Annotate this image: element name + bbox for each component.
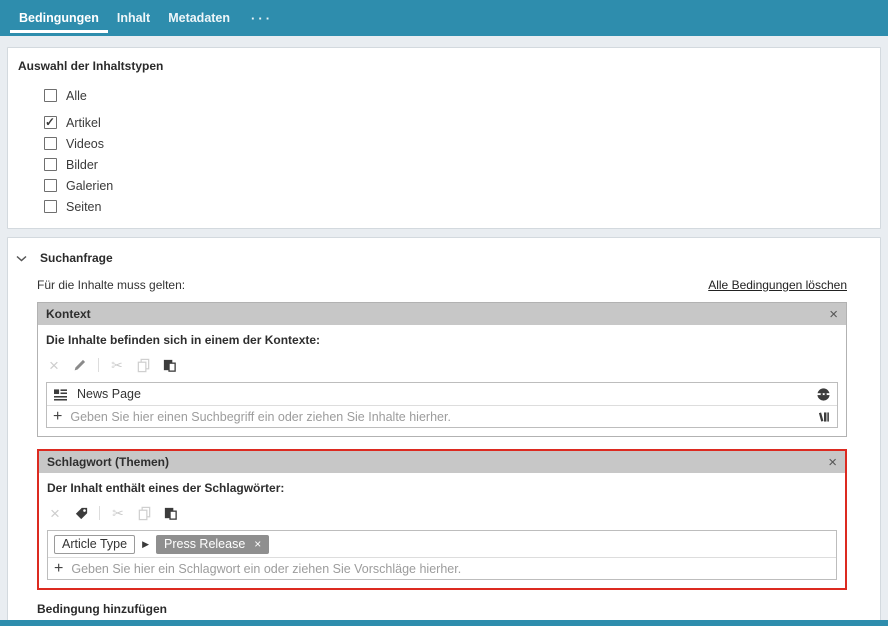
checkbox-label: Artikel	[66, 116, 101, 130]
bottom-accent-strip	[0, 620, 888, 626]
paste-icon[interactable]	[162, 505, 178, 521]
condition-body: Die Inhalte befinden sich in einem der K…	[38, 325, 846, 436]
context-item-list: News Page + Geben Sie hier einen Suchbeg…	[46, 382, 838, 428]
checkbox-label: Videos	[66, 137, 104, 151]
checkbox-galerien[interactable]	[44, 179, 57, 192]
search-query-subrow: Für die Inhalte muss gelten: Alle Beding…	[37, 278, 847, 292]
remove-icon[interactable]: ×	[46, 357, 62, 373]
condition-title: Schlagwort (Themen)	[47, 455, 169, 469]
context-search-placeholder: Geben Sie hier einen Suchbegriff ein ode…	[70, 410, 817, 424]
tag-icon[interactable]	[73, 505, 89, 521]
clear-all-conditions-link[interactable]: Alle Bedingungen löschen	[708, 278, 847, 292]
context-item-label: News Page	[77, 387, 816, 401]
checkbox-row-galerien[interactable]: Galerien	[44, 175, 870, 196]
edit-pencil-icon[interactable]	[72, 357, 88, 373]
triangle-right-icon: ▶	[142, 539, 149, 550]
remove-icon[interactable]: ×	[47, 505, 63, 521]
checkbox-row-alle[interactable]: Alle	[44, 85, 870, 106]
search-query-panel: Suchanfrage Für die Inhalte muss gelten:…	[7, 237, 881, 626]
tag-item-list: Article Type ▶ Press Release × + Geben S…	[47, 530, 837, 580]
main-content: Auswahl der Inhaltstypen Alle Artikel Vi…	[0, 36, 888, 620]
condition-title: Kontext	[46, 307, 91, 321]
copy-icon[interactable]	[136, 505, 152, 521]
toolbar-divider	[99, 506, 100, 520]
condition-header: Kontext ×	[38, 303, 846, 325]
checkbox-alle[interactable]	[44, 89, 57, 102]
condition-toolbar: × ✂	[47, 503, 837, 523]
condition-toolbar: × ✂	[46, 355, 838, 375]
content-types-panel: Auswahl der Inhaltstypen Alle Artikel Vi…	[7, 47, 881, 229]
tab-metadaten[interactable]: Metadaten	[159, 0, 239, 36]
tag-leaf-label: Press Release	[164, 537, 245, 551]
content-types-title: Auswahl der Inhaltstypen	[18, 59, 870, 73]
tag-search-placeholder: Geben Sie hier ein Schlagwort ein oder z…	[71, 562, 830, 576]
context-item-row[interactable]: News Page	[47, 383, 837, 405]
checkbox-seiten[interactable]	[44, 200, 57, 213]
checkbox-artikel[interactable]	[44, 116, 57, 129]
cut-scissors-icon[interactable]: ✂	[110, 505, 126, 521]
checkbox-label: Seiten	[66, 200, 101, 214]
conditions-intro-label: Für die Inhalte muss gelten:	[37, 278, 185, 292]
checkbox-label: Alle	[66, 89, 87, 103]
condition-box-kontext: Kontext × Die Inhalte befinden sich in e…	[37, 302, 847, 437]
checkbox-row-seiten[interactable]: Seiten	[44, 196, 870, 217]
checkbox-label: Galerien	[66, 179, 113, 193]
context-search-input-row[interactable]: + Geben Sie hier einen Suchbegriff ein o…	[47, 405, 837, 427]
library-browse-icon[interactable]	[817, 410, 831, 424]
checkbox-row-artikel[interactable]: Artikel	[44, 112, 870, 133]
condition-body: Der Inhalt enthält eines der Schlagwörte…	[39, 473, 845, 588]
toolbar-divider	[98, 358, 99, 372]
copy-icon[interactable]	[135, 357, 151, 373]
conditions-container: Kontext × Die Inhalte befinden sich in e…	[37, 302, 847, 590]
remove-tag-icon[interactable]: ×	[254, 537, 261, 551]
search-query-header: Suchanfrage	[8, 246, 880, 265]
plus-icon[interactable]: +	[53, 408, 62, 426]
tag-parent-chip[interactable]: Article Type	[54, 535, 135, 554]
tag-path-row: Article Type ▶ Press Release ×	[48, 531, 836, 557]
tab-more[interactable]: ···	[239, 0, 285, 36]
cut-scissors-icon[interactable]: ✂	[109, 357, 125, 373]
condition-description: Die Inhalte befinden sich in einem der K…	[46, 333, 838, 347]
close-icon[interactable]: ×	[829, 307, 838, 322]
paste-icon[interactable]	[161, 357, 177, 373]
search-query-title: Suchanfrage	[40, 251, 113, 265]
plus-icon[interactable]: +	[54, 560, 63, 578]
close-icon[interactable]: ×	[828, 455, 837, 470]
checkbox-bilder[interactable]	[44, 158, 57, 171]
add-condition-label: Bedingung hinzufügen	[37, 602, 171, 616]
tab-bedingungen[interactable]: Bedingungen	[10, 0, 108, 36]
collapse-chevron-icon[interactable]	[16, 255, 27, 262]
checkbox-row-videos[interactable]: Videos	[44, 133, 870, 154]
tab-inhalt[interactable]: Inhalt	[108, 0, 159, 36]
condition-box-schlagwort: Schlagwort (Themen) × Der Inhalt enthält…	[37, 449, 847, 590]
content-type-list: Alle Artikel Videos Bilder Galerien Seit…	[18, 85, 870, 217]
checkbox-label: Bilder	[66, 158, 98, 172]
condition-description: Der Inhalt enthält eines der Schlagwörte…	[47, 481, 837, 495]
checkbox-row-bilder[interactable]: Bilder	[44, 154, 870, 175]
page-layout-icon	[53, 388, 68, 401]
site-globe-icon[interactable]	[816, 387, 831, 402]
tab-bar: Bedingungen Inhalt Metadaten ···	[0, 0, 888, 36]
checkbox-videos[interactable]	[44, 137, 57, 150]
tag-leaf-chip[interactable]: Press Release ×	[156, 535, 269, 554]
condition-header: Schlagwort (Themen) ×	[39, 451, 845, 473]
tag-search-input-row[interactable]: + Geben Sie hier ein Schlagwort ein oder…	[48, 557, 836, 579]
